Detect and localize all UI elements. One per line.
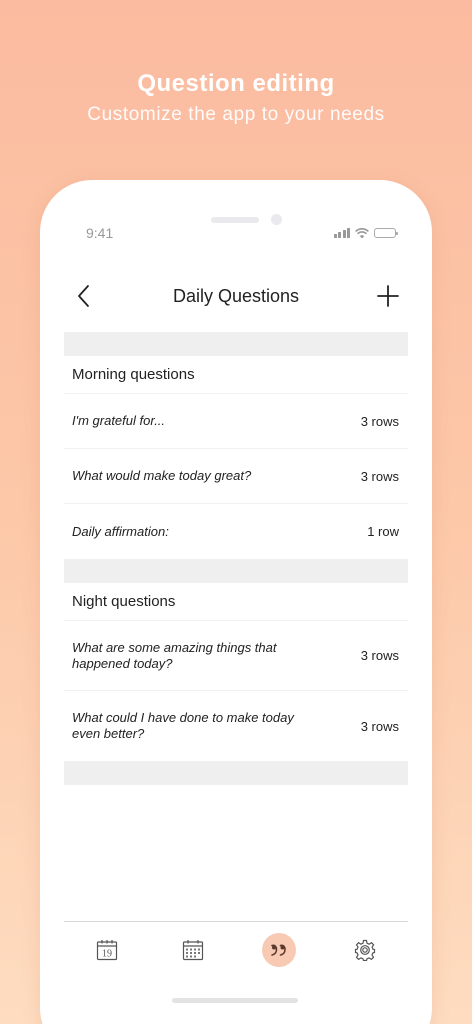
section-divider xyxy=(64,559,408,583)
status-icons xyxy=(333,227,398,239)
question-list: Morning questions I'm grateful for... 3 … xyxy=(64,332,408,785)
navigation-bar: Daily Questions xyxy=(64,276,408,316)
section-divider xyxy=(64,332,408,356)
section-header-night: Night questions xyxy=(64,583,408,621)
quote-icon xyxy=(271,943,286,956)
speaker-grille xyxy=(211,217,259,223)
question-text: Daily affirmation: xyxy=(72,523,169,539)
back-button[interactable] xyxy=(64,276,104,316)
calendar-day-icon: 19 xyxy=(96,939,118,960)
section-header-morning: Morning questions xyxy=(64,356,408,394)
list-item[interactable]: What could I have done to make today eve… xyxy=(64,691,408,761)
list-item[interactable]: I'm grateful for... 3 rows xyxy=(64,394,408,449)
row-count: 3 rows xyxy=(360,648,399,663)
status-time: 9:41 xyxy=(86,225,114,241)
list-item[interactable]: What would make today great? 3 rows xyxy=(64,449,408,504)
promo-title: Question editing xyxy=(137,70,335,97)
plus-icon xyxy=(377,285,399,307)
row-count: 3 rows xyxy=(360,468,399,484)
signal-icon xyxy=(333,228,350,238)
question-text: I'm grateful for... xyxy=(72,413,166,428)
calendar-month-icon xyxy=(182,939,204,960)
page-title: Daily Questions xyxy=(172,285,300,306)
question-text: What could I have done to make today eve… xyxy=(72,710,294,741)
tab-bar: 19 xyxy=(64,921,408,977)
calendar-day-number: 19 xyxy=(102,948,112,959)
phone-frame: 9:41 Daily Questions Morning questions I… xyxy=(40,180,432,1024)
add-question-button[interactable] xyxy=(368,276,408,316)
row-count: 1 row xyxy=(367,524,399,539)
tab-settings[interactable] xyxy=(341,926,389,974)
tab-calendar[interactable] xyxy=(169,926,217,974)
active-tab-indicator xyxy=(262,932,296,967)
row-count: 3 rows xyxy=(360,718,399,734)
wifi-icon xyxy=(355,227,369,238)
promo-header: Question editing Customize the app to yo… xyxy=(0,70,472,126)
home-indicator[interactable] xyxy=(172,998,298,1003)
tab-today[interactable]: 19 xyxy=(83,926,131,974)
tab-questions[interactable] xyxy=(255,926,303,974)
row-count: 3 rows xyxy=(360,413,399,429)
section-divider xyxy=(64,761,408,785)
status-bar: 9:41 xyxy=(86,224,398,242)
list-item[interactable]: What are some amazing things that happen… xyxy=(64,621,408,691)
chevron-left-icon xyxy=(78,285,89,307)
question-text: What are some amazing things that happen… xyxy=(72,639,277,671)
list-item[interactable]: Daily affirmation: 1 row xyxy=(64,504,408,559)
question-text: What would make today great? xyxy=(72,468,252,483)
gear-icon xyxy=(354,939,376,961)
promo-subtitle: Customize the app to your needs xyxy=(87,104,385,125)
battery-icon xyxy=(374,228,398,238)
